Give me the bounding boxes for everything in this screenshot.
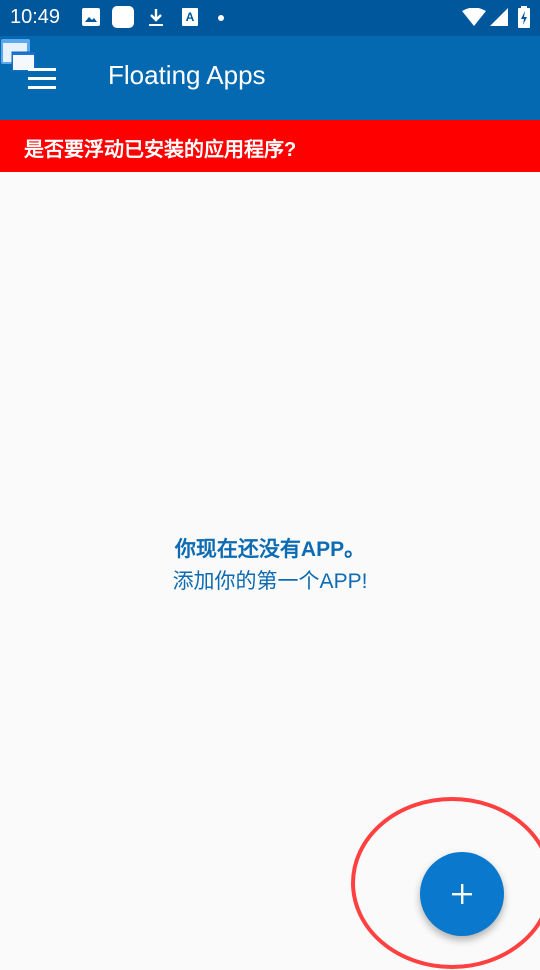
plus-icon	[452, 884, 472, 904]
banner-text: 是否要浮动已安装的应用程序?	[24, 139, 297, 161]
float-installed-apps-banner[interactable]: 是否要浮动已安装的应用程序?	[0, 120, 540, 172]
wifi-icon	[462, 8, 486, 26]
text-a-icon: A	[182, 8, 198, 26]
app-bar: Floating Apps	[0, 36, 540, 120]
app-title: Floating Apps	[108, 60, 266, 90]
download-icon	[149, 9, 163, 26]
hamburger-menu-icon	[28, 68, 56, 71]
empty-state: 你现在还没有APP。 添加你的第一个APP!	[0, 533, 540, 597]
empty-state-title: 你现在还没有APP。	[174, 538, 366, 561]
image-icon	[82, 8, 100, 26]
dot-icon	[218, 15, 224, 21]
blank-app-icon	[112, 6, 134, 28]
add-app-button[interactable]	[420, 852, 504, 936]
menu-button[interactable]	[22, 66, 62, 92]
empty-state-subtitle: 添加你的第一个APP!	[172, 570, 368, 593]
battery-charging-icon	[518, 6, 530, 28]
hamburger-menu-icon	[28, 86, 56, 89]
status-time: 10:49	[10, 6, 61, 28]
svg-text:A: A	[186, 10, 195, 24]
signal-icon	[490, 8, 508, 26]
status-bar: 10:49 A	[0, 0, 540, 36]
hamburger-menu-icon	[28, 77, 56, 80]
